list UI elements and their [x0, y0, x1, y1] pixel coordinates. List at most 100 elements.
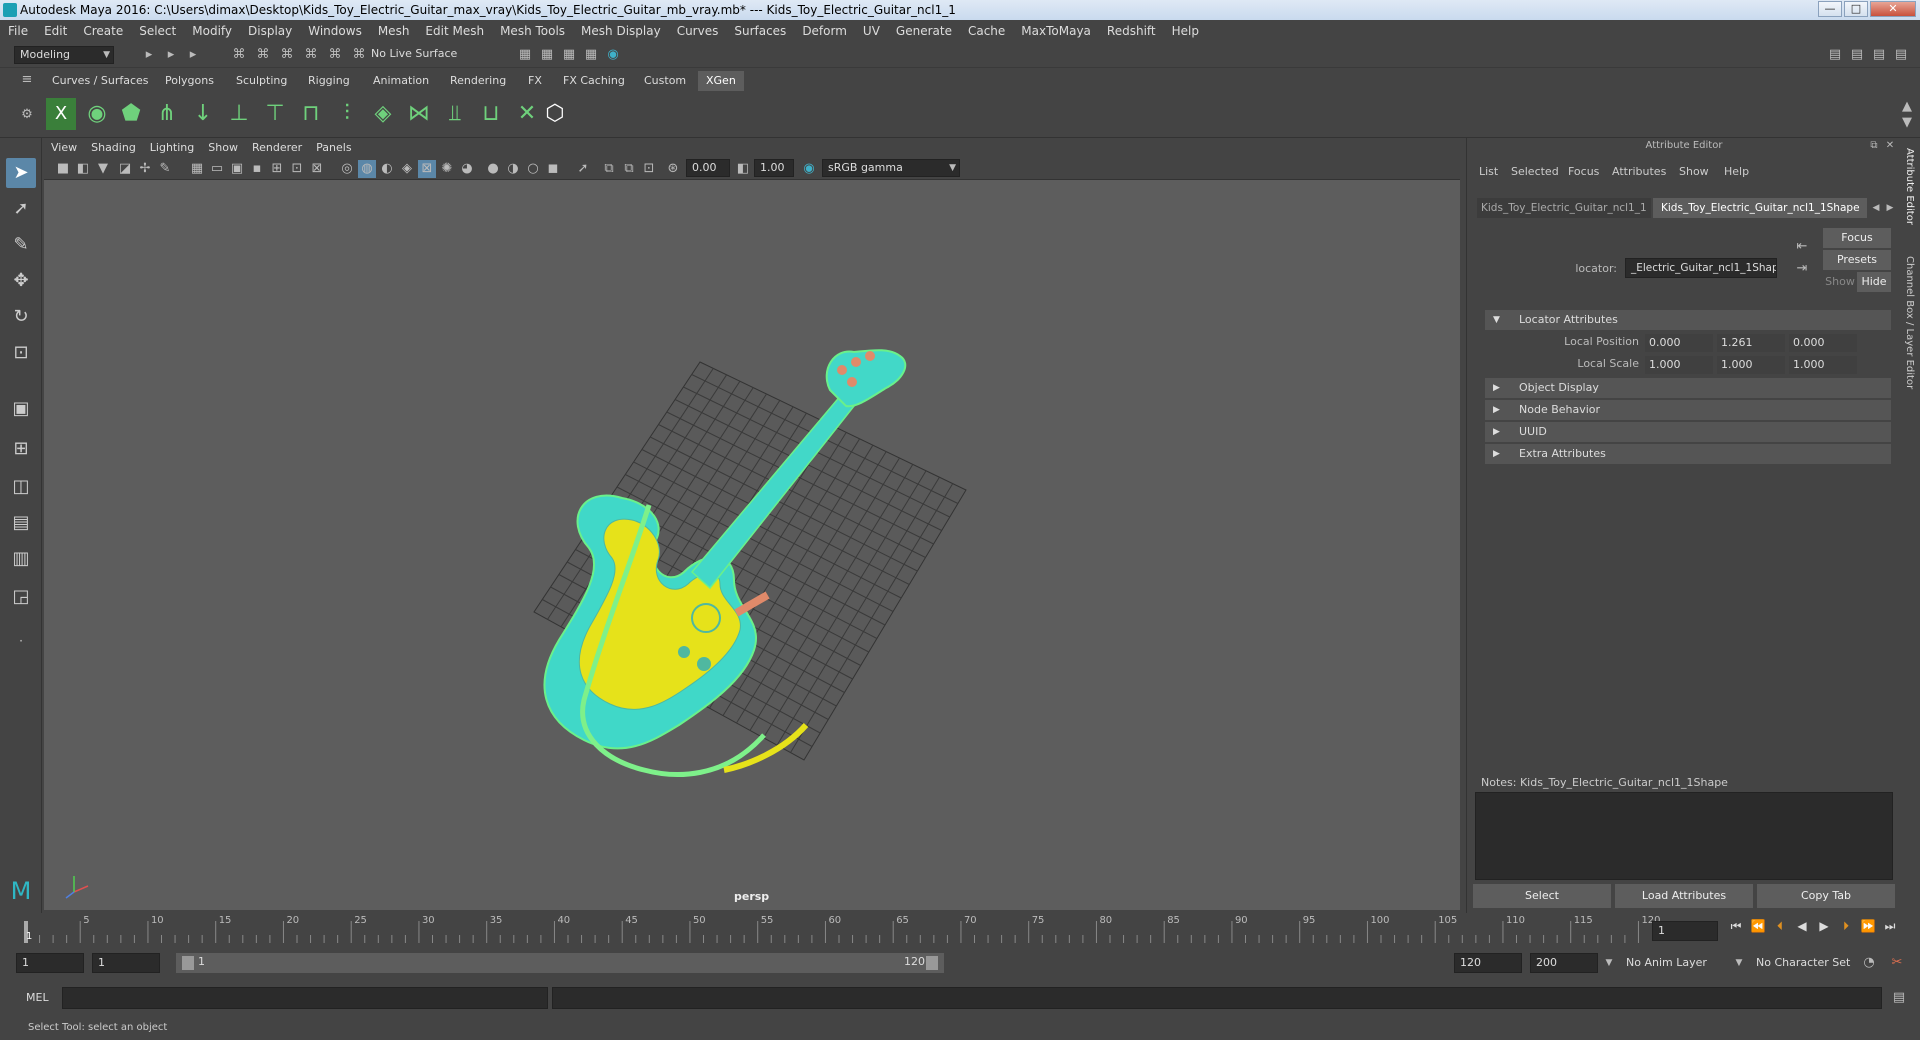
- playback-end-field[interactable]: 120: [1454, 953, 1522, 973]
- shelf-scroll-down-icon[interactable]: ▼: [1898, 114, 1916, 132]
- menu-file[interactable]: File: [0, 20, 36, 42]
- tab-sculpting[interactable]: Sculpting: [228, 71, 295, 91]
- menu-create[interactable]: Create: [75, 20, 131, 42]
- play-back-icon[interactable]: ◀: [1794, 918, 1810, 934]
- toggle-panels-icon[interactable]: ▤: [1848, 46, 1866, 64]
- grease-pencil-icon[interactable]: ✎: [156, 160, 174, 178]
- panel-close-icon[interactable]: ✕: [1881, 137, 1899, 155]
- xray-icon[interactable]: ●: [484, 160, 502, 178]
- select-tool-icon[interactable]: ➤: [6, 158, 36, 188]
- go-end-icon[interactable]: ⏭: [1882, 918, 1898, 934]
- tab-transform-node[interactable]: Kids_Toy_Electric_Guitar_ncl1_1: [1477, 198, 1651, 218]
- four-view-icon[interactable]: ⊞: [6, 434, 36, 464]
- menu-mesh[interactable]: Mesh: [370, 20, 418, 42]
- live-surface-field[interactable]: No Live Surface: [366, 46, 462, 64]
- menu-uv[interactable]: UV: [855, 20, 888, 42]
- more-layouts-icon[interactable]: ·: [6, 626, 36, 656]
- bookmark-icon[interactable]: ▼: [94, 160, 112, 178]
- two-view-icon[interactable]: ◫: [6, 472, 36, 502]
- anim-prefs-icon[interactable]: ✂: [1888, 954, 1906, 972]
- select-component-icon[interactable]: ⌘: [278, 46, 296, 64]
- vp-menu-renderer[interactable]: Renderer: [245, 138, 309, 158]
- ae-menu-selected[interactable]: Selected: [1511, 162, 1559, 182]
- script-editor-icon[interactable]: ▤: [1890, 989, 1908, 1007]
- menu-mesh-display[interactable]: Mesh Display: [573, 20, 669, 42]
- frame-selected-icon[interactable]: ⧉: [620, 160, 638, 178]
- move-tool-icon[interactable]: ✥: [6, 266, 36, 296]
- menu-curves[interactable]: Curves: [669, 20, 727, 42]
- menu-display[interactable]: Display: [240, 20, 300, 42]
- mode-dropdown[interactable]: Modeling ▼: [14, 46, 114, 64]
- menu-edit[interactable]: Edit: [36, 20, 75, 42]
- range-slider[interactable]: 1 120: [176, 953, 944, 973]
- vp-menu-view[interactable]: View: [44, 138, 84, 158]
- guide-rebuild-icon[interactable]: ⋈: [404, 98, 434, 130]
- smooth-shade-icon[interactable]: ◍: [358, 160, 376, 178]
- next-key-icon[interactable]: ⏵: [1838, 918, 1854, 934]
- guide-normalize-icon[interactable]: ⊔: [476, 98, 506, 130]
- hud-icon[interactable]: ⊡: [640, 160, 658, 178]
- render-frame-icon[interactable]: ▦: [538, 46, 556, 64]
- rotate-tool-icon[interactable]: ↻: [6, 302, 36, 332]
- render-settings-icon[interactable]: ▦: [516, 46, 534, 64]
- select-button[interactable]: Select: [1473, 884, 1611, 908]
- script-language-label[interactable]: MEL: [26, 991, 49, 1004]
- section-uuid[interactable]: ▶ UUID: [1485, 422, 1891, 442]
- tab-curves-surfaces[interactable]: Curves / Surfaces: [44, 71, 157, 91]
- use-all-lights-icon[interactable]: ✺: [438, 160, 456, 178]
- presets-button[interactable]: Presets: [1823, 250, 1891, 270]
- local-scale-x[interactable]: 1.000: [1645, 356, 1713, 374]
- shelf-menu-icon[interactable]: ≡: [18, 71, 36, 89]
- gamma-icon[interactable]: ◧: [734, 160, 752, 178]
- section-object-display[interactable]: ▶ Object Display: [1485, 378, 1891, 398]
- exposure-icon[interactable]: ⊛: [664, 160, 682, 178]
- grid-toggle-icon[interactable]: ▦: [188, 160, 206, 178]
- menu-cache[interactable]: Cache: [960, 20, 1013, 42]
- guide-delete-icon[interactable]: ✕: [512, 98, 542, 130]
- playback-start-field[interactable]: 1: [92, 953, 160, 973]
- menu-windows[interactable]: Windows: [300, 20, 370, 42]
- menu-generate[interactable]: Generate: [888, 20, 960, 42]
- menu-surfaces[interactable]: Surfaces: [726, 20, 794, 42]
- menu-maxtomaya[interactable]: MaxToMaya: [1013, 20, 1099, 42]
- step-back-icon[interactable]: ⏪: [1750, 918, 1766, 934]
- local-position-y[interactable]: 1.261: [1717, 334, 1785, 352]
- guide-brush-icon[interactable]: ⫶: [332, 98, 362, 130]
- tab-scroll-right-icon[interactable]: ▶: [1881, 199, 1899, 217]
- tab-attribute-editor[interactable]: Attribute Editor: [1904, 148, 1915, 248]
- render-view-icon[interactable]: ▦: [582, 46, 600, 64]
- minimize-button[interactable]: —: [1818, 1, 1842, 17]
- ae-menu-show[interactable]: Show: [1679, 162, 1709, 182]
- prev-key-icon[interactable]: ⏴: [1772, 918, 1788, 934]
- snap-grid-icon[interactable]: ⌘: [302, 46, 320, 64]
- command-input[interactable]: [62, 987, 548, 1009]
- ae-menu-help[interactable]: Help: [1724, 162, 1749, 182]
- create-description-icon[interactable]: ⬟: [116, 98, 146, 130]
- tab-shape-node[interactable]: Kids_Toy_Electric_Guitar_ncl1_1Shape: [1653, 198, 1867, 218]
- add-guide-icon[interactable]: ↓: [188, 98, 218, 130]
- field-chart-icon[interactable]: ⊞: [268, 160, 286, 178]
- focus-button[interactable]: Focus: [1823, 228, 1891, 248]
- anim-layer-dropdown[interactable]: No Anim Layer: [1626, 953, 1736, 973]
- workspace-icon[interactable]: ▤: [1826, 46, 1844, 64]
- locator-name-field[interactable]: _Electric_Guitar_ncl1_1Shape: [1625, 258, 1777, 278]
- shelf-options-icon[interactable]: ⚙: [18, 106, 36, 124]
- chevron-down-icon[interactable]: ▼: [1600, 954, 1618, 972]
- select-hierarchy-icon[interactable]: ⌘: [230, 46, 248, 64]
- lock-guide-icon[interactable]: ⊓: [296, 98, 326, 130]
- menu-deform[interactable]: Deform: [794, 20, 855, 42]
- wireframe-on-shaded-icon[interactable]: ◈: [398, 160, 416, 178]
- shadows-icon[interactable]: ◕: [458, 160, 476, 178]
- lasso-tool-icon[interactable]: ➚: [6, 194, 36, 224]
- xgen-hex-icon[interactable]: ⬡: [540, 98, 570, 130]
- hide-button[interactable]: Hide: [1857, 272, 1891, 292]
- layout-icon[interactable]: ▤: [1892, 46, 1910, 64]
- tab-animation[interactable]: Animation: [365, 71, 437, 91]
- guide-tangent-icon[interactable]: ⫫: [440, 98, 470, 130]
- colorspace-dropdown[interactable]: sRGB gamma ▼: [822, 159, 960, 177]
- notes-textarea[interactable]: [1475, 792, 1893, 880]
- camera-attributes-icon[interactable]: ◧: [74, 160, 92, 178]
- ae-menu-list[interactable]: List: [1479, 162, 1498, 182]
- character-set-dropdown[interactable]: No Character Set: [1756, 953, 1876, 973]
- ae-menu-attributes[interactable]: Attributes: [1612, 162, 1666, 182]
